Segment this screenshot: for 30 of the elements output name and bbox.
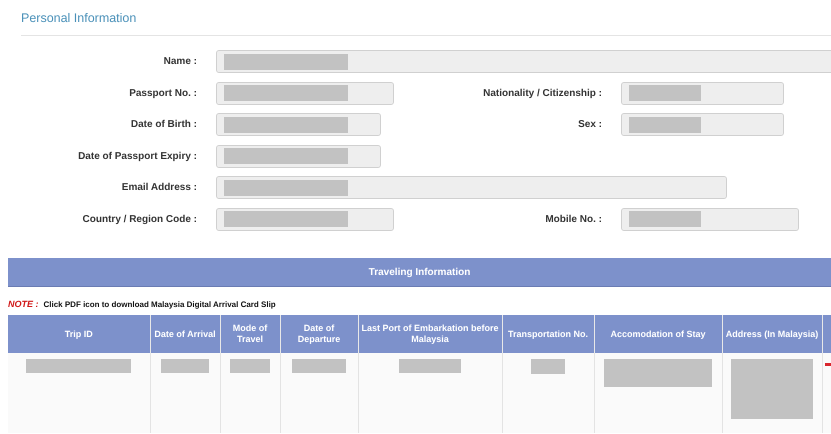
input-field[interactable] xyxy=(216,113,381,136)
input-field[interactable] xyxy=(621,113,784,136)
column-header: Date of Departure xyxy=(280,315,358,353)
field-label: Date of Birth : xyxy=(130,119,197,130)
note-label: NOTE : xyxy=(8,299,38,309)
input-field[interactable] xyxy=(621,82,784,105)
field-label: Name : xyxy=(162,56,197,68)
input-field[interactable] xyxy=(216,50,831,74)
input-field[interactable] xyxy=(216,82,394,105)
column-header: Date of Arrival xyxy=(150,315,220,353)
column-header: Trip ID xyxy=(8,315,150,353)
field-label: Nationality / Citizenship : xyxy=(482,88,602,99)
input-field[interactable] xyxy=(216,144,381,168)
field-label: Sex : xyxy=(577,119,602,130)
column-header: Transportation No. xyxy=(502,315,594,353)
column-header: Accomodation of Stay xyxy=(594,315,722,353)
field-label: Date of Passport Expiry : xyxy=(77,150,197,162)
input-field[interactable] xyxy=(621,208,799,231)
field-label: Mobile No. : xyxy=(544,214,602,225)
input-field[interactable] xyxy=(216,176,727,200)
column-header: Last Port of Embarkation before Malaysia xyxy=(358,315,502,353)
column-header: Mode of Travel xyxy=(220,315,280,353)
section-title: Personal Information xyxy=(21,11,136,25)
column-header: Address (In Malaysia) xyxy=(722,315,822,353)
field-label: Email Address : xyxy=(120,182,197,194)
note-text: Click PDF icon to download Malaysia Digital Arrival Card Slip xyxy=(44,300,276,308)
section-header-bar: Traveling Information xyxy=(8,258,831,287)
input-field[interactable] xyxy=(216,208,394,231)
field-label: Country / Region Code : xyxy=(82,214,197,225)
field-label: Passport No. : xyxy=(128,88,197,99)
